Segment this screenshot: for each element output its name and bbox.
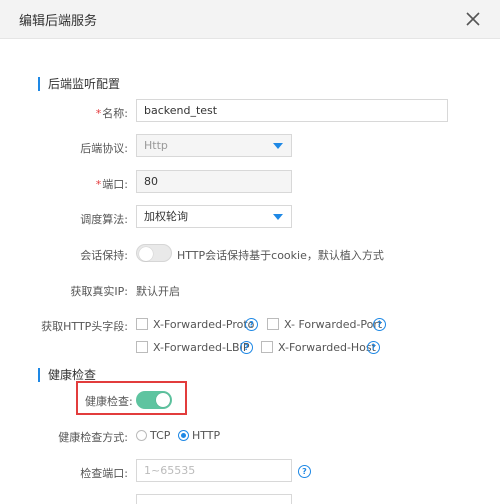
protocol-label: 后端协议: [80, 142, 128, 155]
radio-http[interactable] [178, 430, 189, 441]
section-title-health: 健康检查 [38, 368, 96, 382]
session-description: HTTP会话保持基于cookie，默认植入方式 [177, 249, 384, 262]
dialog-title: 编辑后端服务 [19, 14, 98, 29]
real-ip-value: 默认开启 [136, 285, 180, 298]
algorithm-select[interactable]: 加权轮询 [136, 205, 292, 228]
section-title-listener: 后端监听配置 [38, 77, 120, 91]
session-label: 会话保持: [80, 249, 128, 262]
check-port-label: 检查端口: [80, 467, 128, 480]
option-label-x-forwarded-proto: X-Forwarded-Proto [153, 318, 255, 331]
health-method-label: 健康检查方式: [58, 431, 128, 444]
health-check-toggle[interactable] [136, 391, 172, 409]
checkbox-x-forwarded-port[interactable] [267, 318, 279, 330]
real-ip-label: 获取真实IP: [70, 285, 128, 298]
checkbox-x-forwarded-proto[interactable] [136, 318, 148, 330]
health-check-label: 健康检查: [85, 395, 133, 408]
name-input[interactable]: backend_test [136, 99, 448, 122]
port-input[interactable]: 80 [136, 170, 292, 193]
radio-label-http: HTTP [192, 429, 221, 442]
help-icon[interactable]: ? [240, 341, 253, 354]
protocol-value: Http [144, 139, 168, 152]
close-icon[interactable] [463, 9, 483, 29]
algorithm-value: 加权轮询 [144, 210, 188, 223]
option-label-x-forwarded-lbip: X-Forwarded-LBIP [153, 341, 250, 354]
checkbox-x-forwarded-lbip[interactable] [136, 341, 148, 353]
next-field-input[interactable] [136, 494, 292, 504]
algorithm-label: 调度算法: [80, 213, 128, 226]
toggle-knob [139, 247, 153, 261]
protocol-select[interactable]: Http [136, 134, 292, 157]
radio-label-tcp: TCP [150, 429, 171, 442]
name-label: *名称: [95, 107, 128, 120]
checkbox-x-forwarded-host[interactable] [261, 341, 273, 353]
http-headers-label: 获取HTTP头字段: [41, 320, 128, 333]
chevron-down-icon [273, 214, 283, 220]
option-label-x-forwarded-port: X- Forwarded-Port [284, 318, 383, 331]
toggle-knob [156, 393, 170, 407]
radio-tcp[interactable] [136, 430, 147, 441]
help-icon[interactable]: ? [367, 341, 380, 354]
session-toggle[interactable] [136, 244, 172, 262]
check-port-input[interactable]: 1~65535 [136, 459, 292, 482]
chevron-down-icon [273, 143, 283, 149]
help-icon[interactable]: ? [373, 318, 386, 331]
help-icon[interactable]: ? [298, 465, 311, 478]
port-label: *端口: [95, 178, 128, 191]
help-icon[interactable]: ? [245, 318, 258, 331]
option-label-x-forwarded-host: X-Forwarded-Host [278, 341, 376, 354]
dialog-header: 编辑后端服务 [0, 0, 500, 39]
